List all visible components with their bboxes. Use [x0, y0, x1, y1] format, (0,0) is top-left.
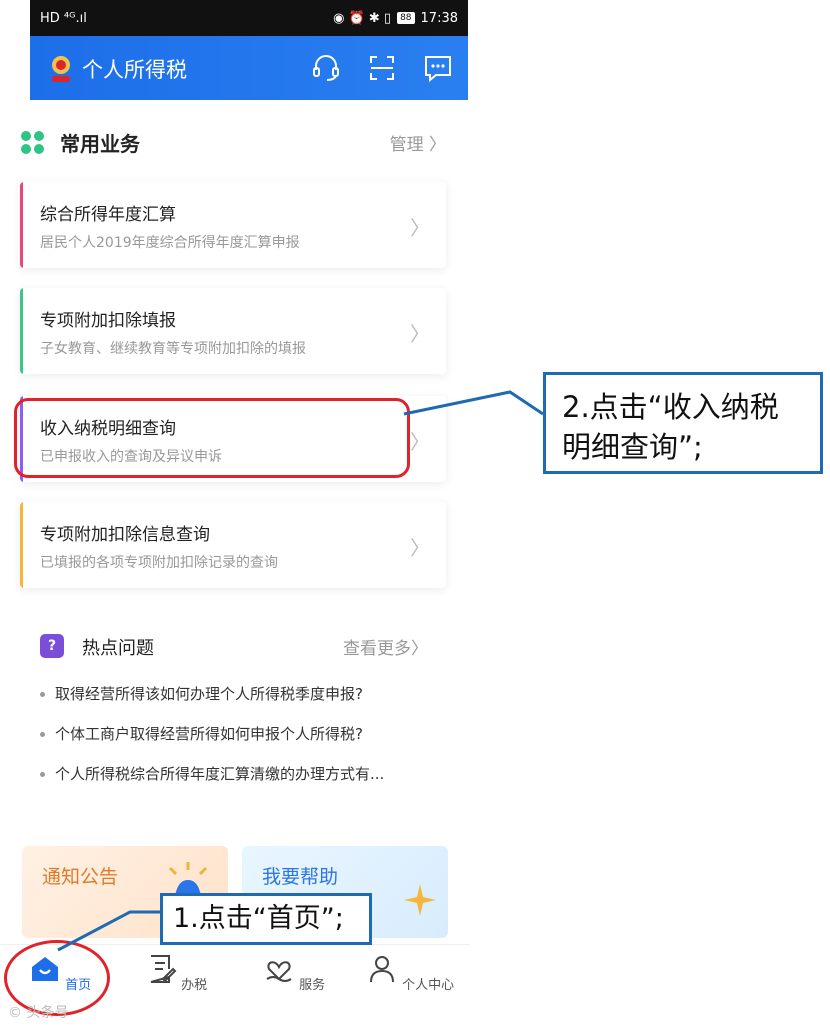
tab-personal-center[interactable]: 个人中心	[360, 953, 460, 993]
sparkle-icon	[404, 884, 436, 916]
step2-callout: 2.点击“收入纳税 明细查询”;	[543, 372, 823, 474]
list-item[interactable]: 取得经营所得该如何办理个人所得税季度申报?	[40, 674, 440, 714]
step1-text: 1.点击“首页”;	[173, 903, 344, 934]
watermark: © 头条号	[8, 1005, 69, 1021]
chevron-right-icon: 〉	[410, 430, 430, 454]
card-title: 专项附加扣除填报	[40, 311, 176, 331]
tab-label: 个人中心	[402, 978, 455, 993]
card-accent	[20, 288, 23, 374]
tab-tax[interactable]: 办税	[126, 953, 226, 993]
status-bar: HD ⁴ᴳ.ıl ◉ ⏰ ✱ ▯ 88 17:38	[30, 0, 468, 36]
card-special-deduction-query[interactable]: 专项附加扣除信息查询 已填报的各项专项附加扣除记录的查询 〉	[20, 502, 446, 588]
app-title: 个人所得税	[82, 58, 187, 82]
card-special-deduction-filing[interactable]: 专项附加扣除填报 子女教育、继续教育等专项附加扣除的填报 〉	[20, 288, 446, 374]
card-accent	[20, 182, 23, 268]
hot-questions-section: ? 热点问题 查看更多〉 取得经营所得该如何办理个人所得税季度申报? 个体工商户…	[20, 620, 446, 806]
card-title: 综合所得年度汇算	[40, 205, 176, 225]
grid-icon	[21, 131, 44, 154]
clock: 17:38	[420, 10, 458, 26]
card-title: 专项附加扣除信息查询	[40, 525, 210, 545]
tax-emblem-icon	[52, 56, 70, 82]
tab-service[interactable]: 服务	[244, 953, 344, 993]
manage-button[interactable]: 管理 〉	[390, 130, 446, 155]
card-annual-settlement[interactable]: 综合所得年度汇算 居民个人2019年度综合所得年度汇算申报 〉	[20, 182, 446, 268]
question-icon: ?	[40, 634, 64, 658]
hot-questions-list: 取得经营所得该如何办理个人所得税季度申报? 个体工商户取得经营所得如何申报个人所…	[40, 674, 440, 794]
bullet-icon	[40, 732, 45, 737]
tab-label: 办税	[181, 978, 208, 993]
list-item[interactable]: 个人所得税综合所得年度汇算清缴的办理方式有...	[40, 754, 440, 794]
common-services-header: 常用业务 管理 〉	[20, 122, 450, 162]
see-more-link[interactable]: 查看更多〉	[343, 634, 428, 659]
app-bar: 个人所得税	[30, 36, 468, 100]
document-edit-icon	[150, 955, 177, 983]
headset-icon[interactable]	[310, 52, 342, 84]
tab-label: 服务	[299, 978, 326, 993]
card-subtitle: 居民个人2019年度综合所得年度汇算申报	[40, 235, 300, 251]
scan-icon[interactable]	[366, 52, 398, 84]
bullet-icon	[40, 772, 45, 777]
message-icon[interactable]	[422, 52, 454, 84]
step2-line2: 明细查询”;	[562, 430, 703, 464]
bullet-icon	[40, 692, 45, 697]
section-title: 常用业务	[60, 132, 140, 156]
card-subtitle: 已填报的各项专项附加扣除记录的查询	[40, 555, 278, 571]
chevron-right-icon: 〉	[410, 322, 430, 346]
battery-level: 88	[397, 12, 415, 24]
person-icon	[369, 956, 394, 983]
highlight-income-query	[14, 398, 410, 478]
phone-screen: HD ⁴ᴳ.ıl ◉ ⏰ ✱ ▯ 88 17:38 个人所得税 常用业务 管理 …	[0, 0, 470, 1028]
step2-line1: 2.点击“收入纳税	[562, 390, 779, 424]
help-label: 我要帮助	[262, 866, 339, 888]
chevron-right-icon: 〉	[410, 216, 430, 240]
card-subtitle: 子女教育、继续教育等专项附加扣除的填报	[40, 341, 306, 357]
card-accent	[20, 502, 23, 588]
hot-questions-title: 热点问题	[82, 638, 154, 659]
step1-callout: 1.点击“首页”;	[160, 893, 372, 945]
heart-hand-icon	[266, 961, 292, 982]
status-icons: ◉ ⏰ ✱ ▯	[333, 10, 392, 26]
signal-indicator: HD ⁴ᴳ.ıl	[40, 10, 87, 26]
chevron-right-icon: 〉	[410, 536, 430, 560]
list-item[interactable]: 个体工商户取得经营所得如何申报个人所得税?	[40, 714, 440, 754]
notice-label: 通知公告	[42, 866, 119, 888]
